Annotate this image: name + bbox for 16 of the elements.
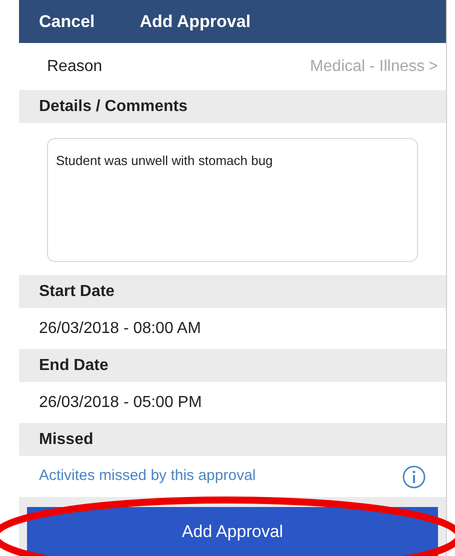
section-header: End Date [19, 349, 446, 382]
date-field[interactable]: 26/03/2018 - 08:00 AM [19, 308, 446, 349]
add-approval-button[interactable]: Add Approval [27, 507, 438, 556]
cancel-button[interactable]: Cancel [39, 8, 95, 34]
missed-activities-link[interactable]: Activites missed by this approval [39, 465, 256, 488]
date-field[interactable]: 26/03/2018 - 05:00 PM [19, 382, 446, 423]
screen-title: Add Approval [140, 10, 251, 33]
comments-field[interactable]: Student was unwell with stomach bug [47, 138, 418, 262]
section-header: Details / Comments [19, 90, 446, 123]
chevron-icon: > [428, 54, 438, 78]
section-header: Start Date [19, 275, 446, 308]
reason-value: Medical - Illness [310, 56, 425, 76]
section-header: Missed [19, 423, 446, 456]
info-icon[interactable] [402, 464, 426, 488]
reason-label: Reason [47, 56, 102, 76]
reason-row[interactable]: Reason Medical - Illness > [19, 43, 446, 90]
